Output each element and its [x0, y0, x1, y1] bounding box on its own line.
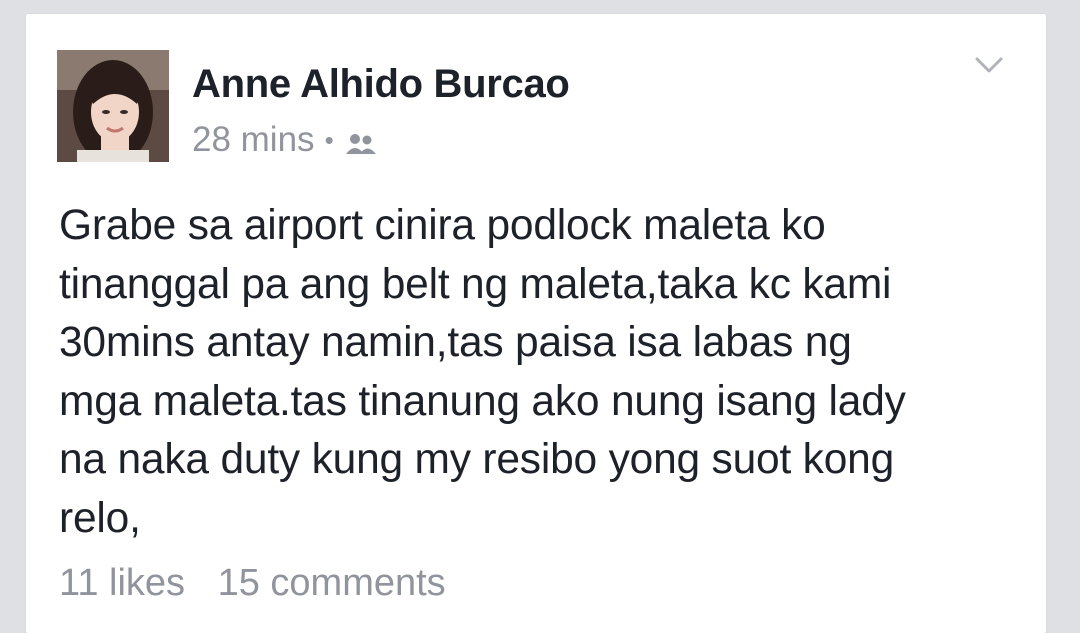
- avatar[interactable]: [57, 50, 169, 162]
- author-name[interactable]: Anne Alhido Burcao: [192, 62, 570, 107]
- post-text-line: Grabe sa airport cinira podlock maleta k…: [59, 202, 826, 249]
- screen: Anne Alhido Burcao 28 mins • Grabe sa ai…: [0, 0, 1080, 633]
- post-text: Grabe sa airport cinira podlock maleta k…: [59, 197, 1019, 548]
- post-text-line: 30mins antay namin,tas paisa isa labas n…: [59, 319, 852, 366]
- comments-count-link[interactable]: 15 comments: [218, 562, 446, 604]
- post-text-line: mga maleta.tas tinanung ako nung isang l…: [59, 377, 906, 425]
- post-meta: 28 mins •: [192, 120, 378, 160]
- post-text-line: na naka duty kung my resibo yong suot ko…: [59, 436, 895, 483]
- timestamp[interactable]: 28 mins: [192, 120, 315, 160]
- meta-separator: •: [324, 124, 334, 155]
- post-text-line: relo,: [59, 494, 141, 542]
- post-text-line: tinanggal pa ang belt ng maleta,taka kc …: [59, 260, 892, 308]
- avatar-image: [57, 50, 169, 162]
- chevron-down-icon[interactable]: [974, 54, 1004, 76]
- post-card: Anne Alhido Burcao 28 mins • Grabe sa ai…: [26, 14, 1046, 633]
- post-stats: 11 likes 15 comments: [59, 562, 446, 605]
- likes-count-link[interactable]: 11 likes: [59, 562, 185, 604]
- friends-icon[interactable]: [344, 127, 378, 154]
